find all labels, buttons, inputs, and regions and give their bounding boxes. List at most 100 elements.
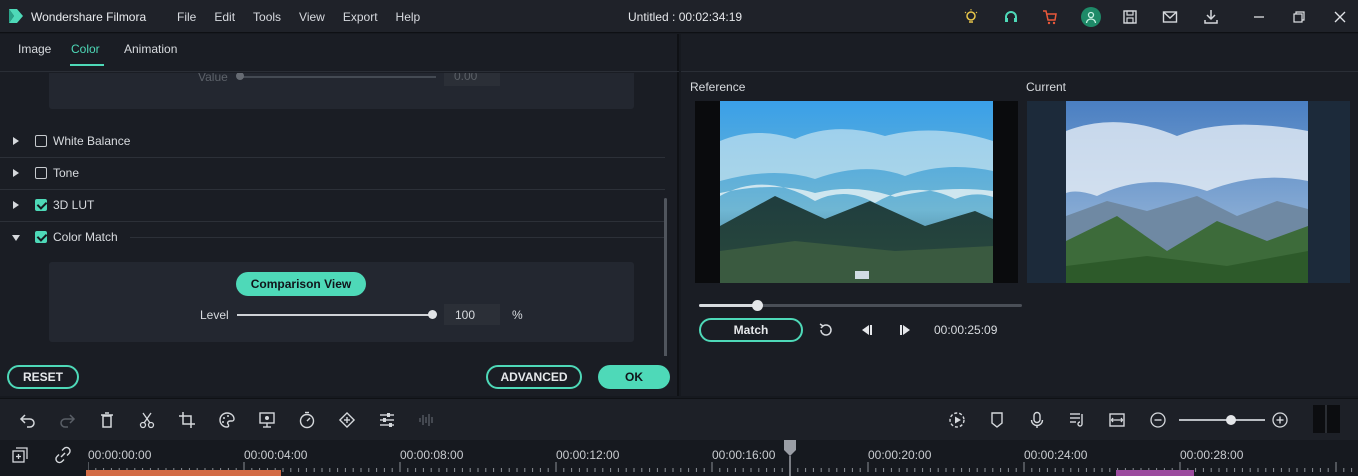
- section-label: White Balance: [53, 134, 131, 148]
- tab-image[interactable]: Image: [18, 42, 51, 56]
- document-title: Untitled : 00:02:34:19: [628, 10, 743, 24]
- ruler-label: 00:00:16:00: [712, 448, 776, 462]
- section-3d-lut[interactable]: 3D LUT: [0, 190, 665, 222]
- download-icon[interactable]: [1202, 8, 1220, 26]
- tone-checkbox[interactable]: [35, 167, 47, 179]
- expand-arrow-icon[interactable]: [13, 169, 19, 177]
- audio-wave-icon[interactable]: [418, 411, 436, 429]
- keyframe-icon[interactable]: [338, 411, 356, 429]
- ok-button[interactable]: OK: [598, 365, 670, 389]
- timeline-zoom-knob[interactable]: [1226, 415, 1236, 425]
- 3d-lut-checkbox[interactable]: [35, 199, 47, 211]
- cut-icon[interactable]: [138, 411, 156, 429]
- lightbulb-icon[interactable]: [962, 8, 980, 26]
- timeline-clip-strip: [86, 470, 1194, 476]
- headset-icon[interactable]: [1002, 8, 1020, 26]
- toggle-divider: [1325, 405, 1327, 433]
- green-screen-icon[interactable]: [258, 411, 276, 429]
- current-preview: [1027, 101, 1350, 283]
- level-label: Level: [200, 308, 229, 322]
- reset-button[interactable]: RESET: [7, 365, 79, 389]
- timeline-zoom-slider[interactable]: [1179, 419, 1265, 421]
- comparison-panel: Reference Current Match 00:00:25:09: [681, 34, 1358, 396]
- adjust-icon[interactable]: [378, 411, 396, 429]
- menu-view[interactable]: View: [299, 10, 325, 24]
- fit-icon[interactable]: [1108, 411, 1126, 429]
- white-balance-checkbox[interactable]: [35, 135, 47, 147]
- audio-mixer-icon[interactable]: [1068, 411, 1086, 429]
- zoom-out-icon[interactable]: [1149, 411, 1167, 429]
- ruler-label: 00:00:04:00: [244, 448, 308, 462]
- zoom-in-icon[interactable]: [1271, 411, 1289, 429]
- menu-help[interactable]: Help: [396, 10, 421, 24]
- menu-edit[interactable]: Edit: [214, 10, 235, 24]
- menu-export[interactable]: Export: [343, 10, 378, 24]
- timeline-view-toggle[interactable]: [1313, 405, 1340, 433]
- color-settings-list: Value 0.00 White Balance Tone 3D LUT Col…: [0, 73, 670, 356]
- section-label: Tone: [53, 166, 80, 180]
- match-button[interactable]: Match: [699, 318, 803, 342]
- value-slider-track: [238, 76, 436, 78]
- expand-arrow-icon[interactable]: [13, 137, 19, 145]
- section-tone[interactable]: Tone: [0, 158, 665, 190]
- redo-icon[interactable]: [58, 411, 76, 429]
- section-white-balance[interactable]: White Balance: [0, 126, 665, 158]
- crop-icon[interactable]: [178, 411, 196, 429]
- cart-icon[interactable]: [1041, 8, 1059, 26]
- advanced-button[interactable]: ADVANCED: [486, 365, 582, 389]
- previous-frame-icon[interactable]: [857, 321, 875, 339]
- close-icon[interactable]: [1331, 8, 1349, 26]
- color-match-checkbox[interactable]: [35, 231, 47, 243]
- account-icon[interactable]: [1081, 7, 1101, 27]
- panel-footer: RESET ADVANCED OK: [0, 356, 679, 396]
- ruler-label: 00:00:12:00: [556, 448, 620, 462]
- playback-scrubber-knob[interactable]: [752, 300, 764, 311]
- reset-loop-icon[interactable]: [817, 321, 835, 339]
- marker-icon[interactable]: [988, 411, 1006, 429]
- restore-icon[interactable]: [1290, 8, 1308, 26]
- save-icon[interactable]: [1121, 8, 1139, 26]
- expand-arrow-icon[interactable]: [13, 201, 19, 209]
- menu-tools[interactable]: Tools: [253, 10, 281, 24]
- settings-scrollbar[interactable]: [664, 198, 667, 356]
- next-frame-icon[interactable]: [897, 321, 915, 339]
- ruler-label: 00:00:20:00: [868, 448, 932, 462]
- section-label: 3D LUT: [53, 198, 95, 212]
- menu-file[interactable]: File: [177, 10, 196, 24]
- ruler-label: 00:00:08:00: [400, 448, 464, 462]
- title-bar: Wondershare Filmora File Edit Tools View…: [0, 0, 1358, 33]
- link-icon[interactable]: [54, 446, 72, 464]
- app-name: Wondershare Filmora: [31, 10, 147, 24]
- voiceover-icon[interactable]: [1028, 411, 1046, 429]
- preview-timecode: 00:00:25:09: [934, 323, 998, 337]
- color-match-box: Comparison View Level 100 %: [49, 262, 634, 342]
- section-color-match[interactable]: Color Match: [0, 222, 665, 254]
- delete-icon[interactable]: [98, 411, 116, 429]
- edit-toolbar: [0, 398, 1358, 440]
- color-icon[interactable]: [218, 411, 236, 429]
- undo-icon[interactable]: [19, 411, 37, 429]
- reference-preview: [695, 101, 1018, 283]
- section-label: Color Match: [53, 230, 118, 244]
- add-track-icon[interactable]: [11, 446, 29, 464]
- level-slider-track[interactable]: [237, 314, 433, 316]
- tab-animation[interactable]: Animation: [124, 42, 177, 56]
- ruler-label: 00:00:28:00: [1180, 448, 1244, 462]
- collapse-arrow-icon[interactable]: [12, 235, 20, 241]
- level-slider-knob[interactable]: [428, 310, 437, 319]
- current-label: Current: [1026, 80, 1067, 94]
- tab-color[interactable]: Color: [71, 42, 100, 56]
- speed-icon[interactable]: [298, 411, 316, 429]
- current-frame-image: [1027, 101, 1350, 283]
- render-icon[interactable]: [948, 411, 966, 429]
- hsl-settings-box: [49, 73, 634, 109]
- value-input[interactable]: 0.00: [444, 73, 500, 86]
- level-unit: %: [512, 308, 523, 322]
- property-tabs: Image Color Animation: [0, 34, 679, 72]
- playhead-marker[interactable]: [784, 440, 796, 476]
- mail-icon[interactable]: [1161, 8, 1179, 26]
- level-input[interactable]: 100: [444, 304, 500, 325]
- comparison-header: [681, 34, 1358, 72]
- minimize-icon[interactable]: [1250, 8, 1268, 26]
- comparison-view-button[interactable]: Comparison View: [236, 272, 366, 296]
